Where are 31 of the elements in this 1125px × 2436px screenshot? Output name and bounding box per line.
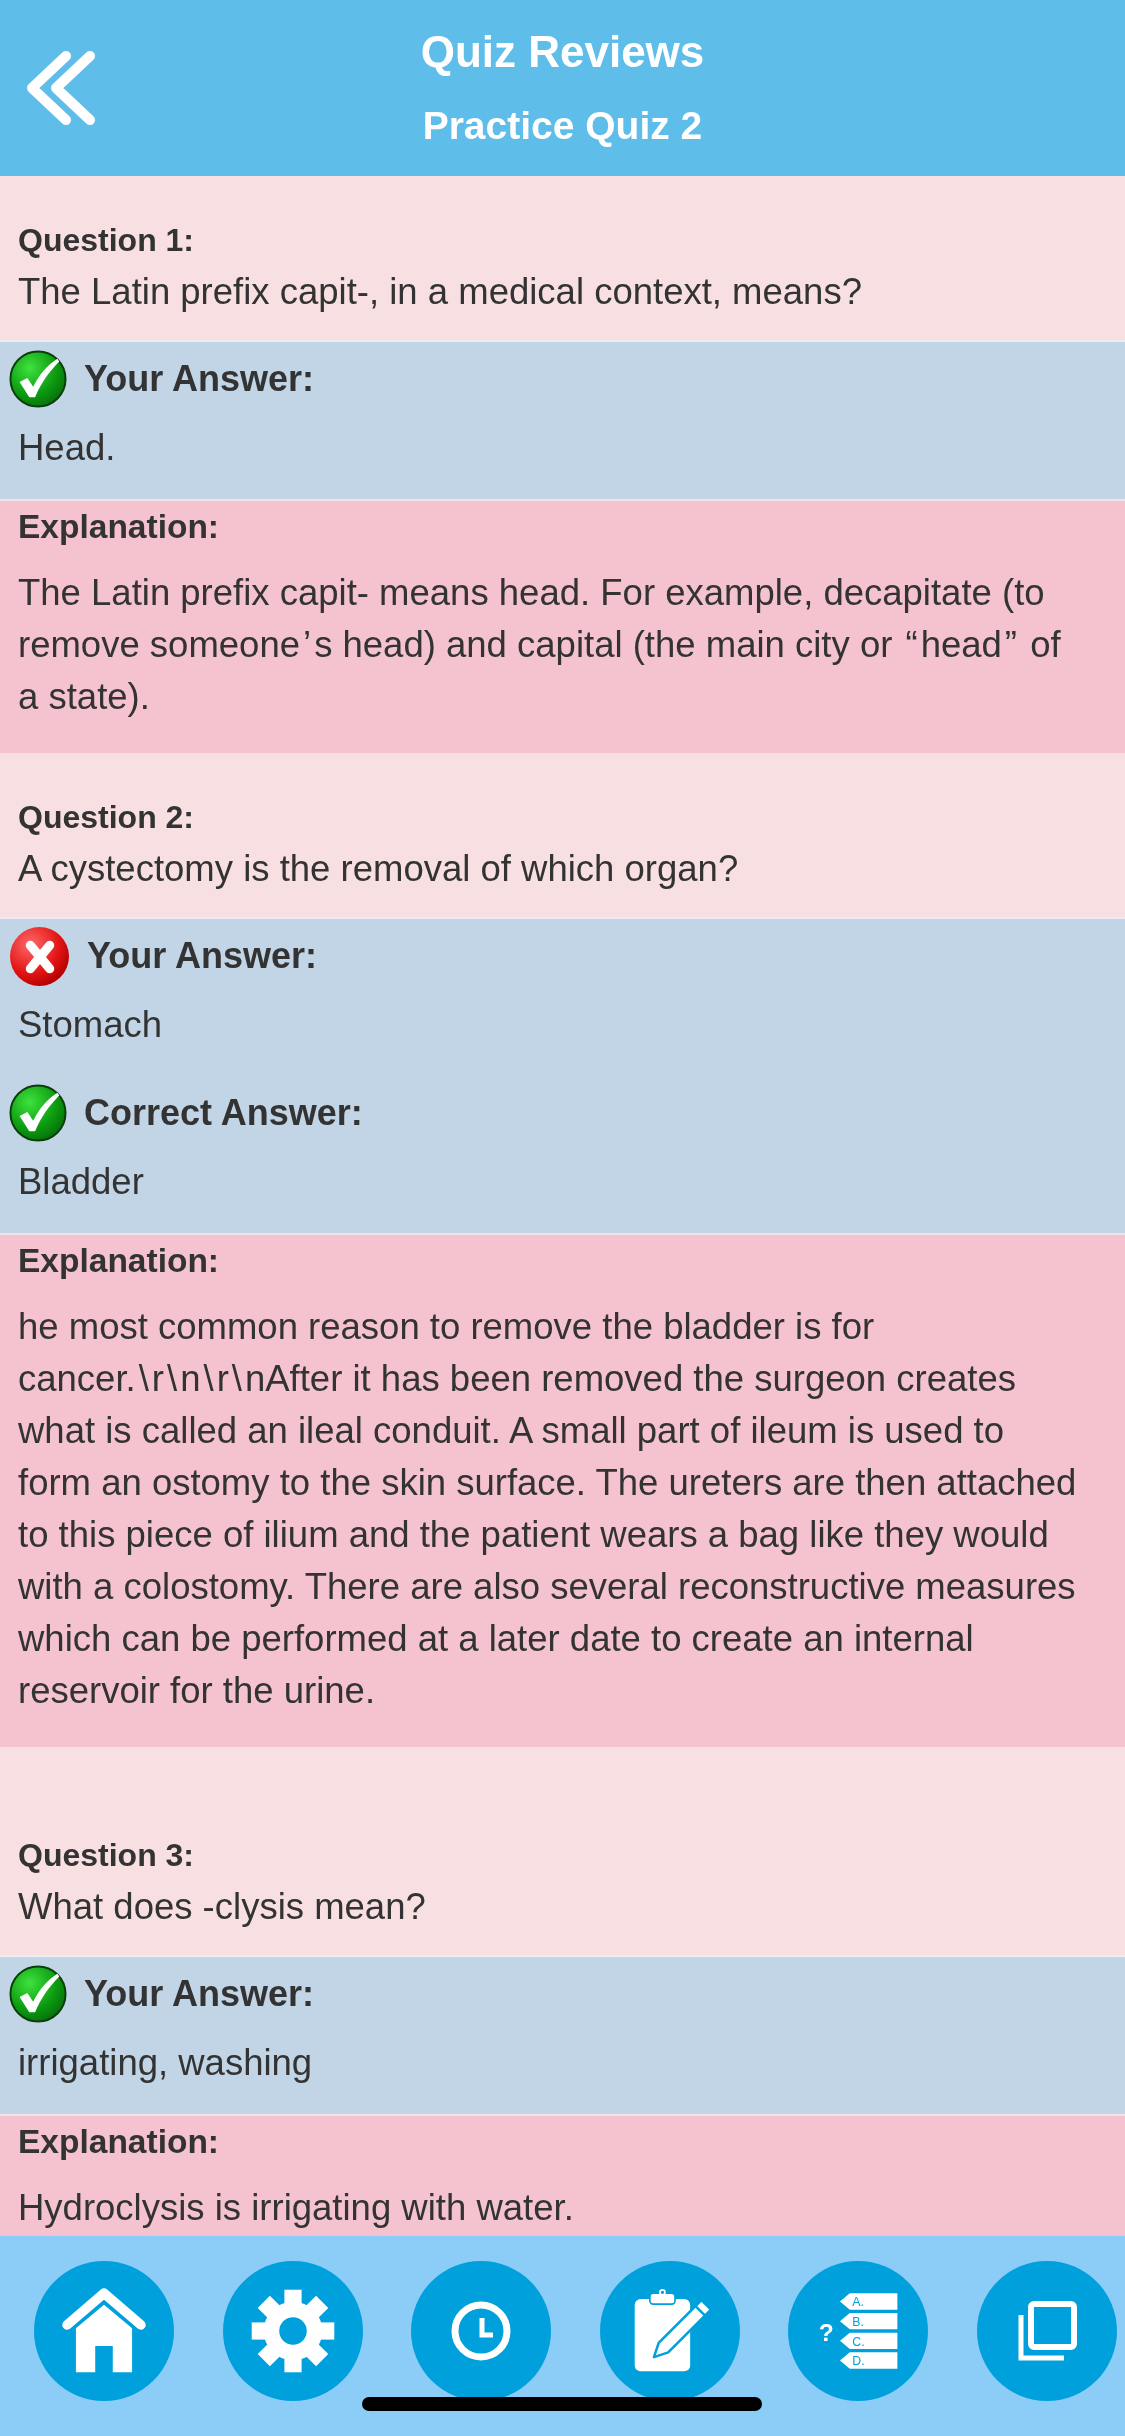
explanation-text: Hydroclysis is irrigating with water.: [18, 2186, 575, 2230]
answer-text: Stomach: [17, 1003, 164, 1047]
answer-label: Correct Answer:: [84, 1091, 363, 1135]
quiz-button[interactable]: ? A. B. C. D.: [788, 2261, 929, 2401]
answer-text: Head.: [17, 426, 117, 470]
check-circle-icon: [9, 1965, 67, 2023]
question-text: A cystectomy is the removal of which organ?: [18, 847, 740, 891]
page-title: Quiz Reviews: [420, 26, 705, 78]
answer-label: Your Answer:: [84, 1972, 315, 2016]
question-label: Question 1:: [18, 221, 195, 260]
copy-icon: [1016, 2301, 1077, 2361]
explanation-text: he most common reason to remove the bladder is for cancer.\r\n\r\nAfter it has been removed the surgeon creates what is called an ileal conduit. A small part of ileum is used to form an ostomy to the skin surface. The ureters are then attached to this piece of ilium and the patient wears a bag like they would with a colostomy. There are also several reconstructive measures which can be performed at a later date to create an internal reservoir for the urine.: [18, 1305, 1078, 1713]
question-text: What does -clysis mean?: [18, 1885, 427, 1929]
explanation-label: Explanation:: [18, 1241, 221, 1281]
home-icon: [60, 2288, 148, 2374]
answer-text: Bladder: [17, 1160, 145, 1204]
answer-label: Your Answer:: [87, 934, 318, 978]
explanation-label: Explanation:: [18, 507, 221, 547]
answer-text: irrigating, washing: [17, 2041, 314, 2085]
check-circle-icon: [9, 1084, 67, 1142]
explanation-label: Explanation:: [18, 2122, 221, 2162]
question-label: Question 3:: [18, 1836, 195, 1875]
question-text: The Latin prefix capit-, in a medical context, means?: [18, 270, 863, 314]
clock-icon: [451, 2301, 512, 2361]
page-subtitle: Practice Quiz 2: [422, 103, 703, 149]
x-circle-icon: [9, 925, 70, 987]
settings-icon: [249, 2288, 336, 2374]
question-label: Question 2:: [18, 798, 195, 837]
explanation-text: The Latin prefix capit- means head. For example, decapitate (to remove someone’s head) and capital (the main city or “head” of a state).: [18, 571, 1062, 719]
answer-label: Your Answer:: [84, 357, 315, 401]
check-circle-icon: [9, 350, 67, 408]
